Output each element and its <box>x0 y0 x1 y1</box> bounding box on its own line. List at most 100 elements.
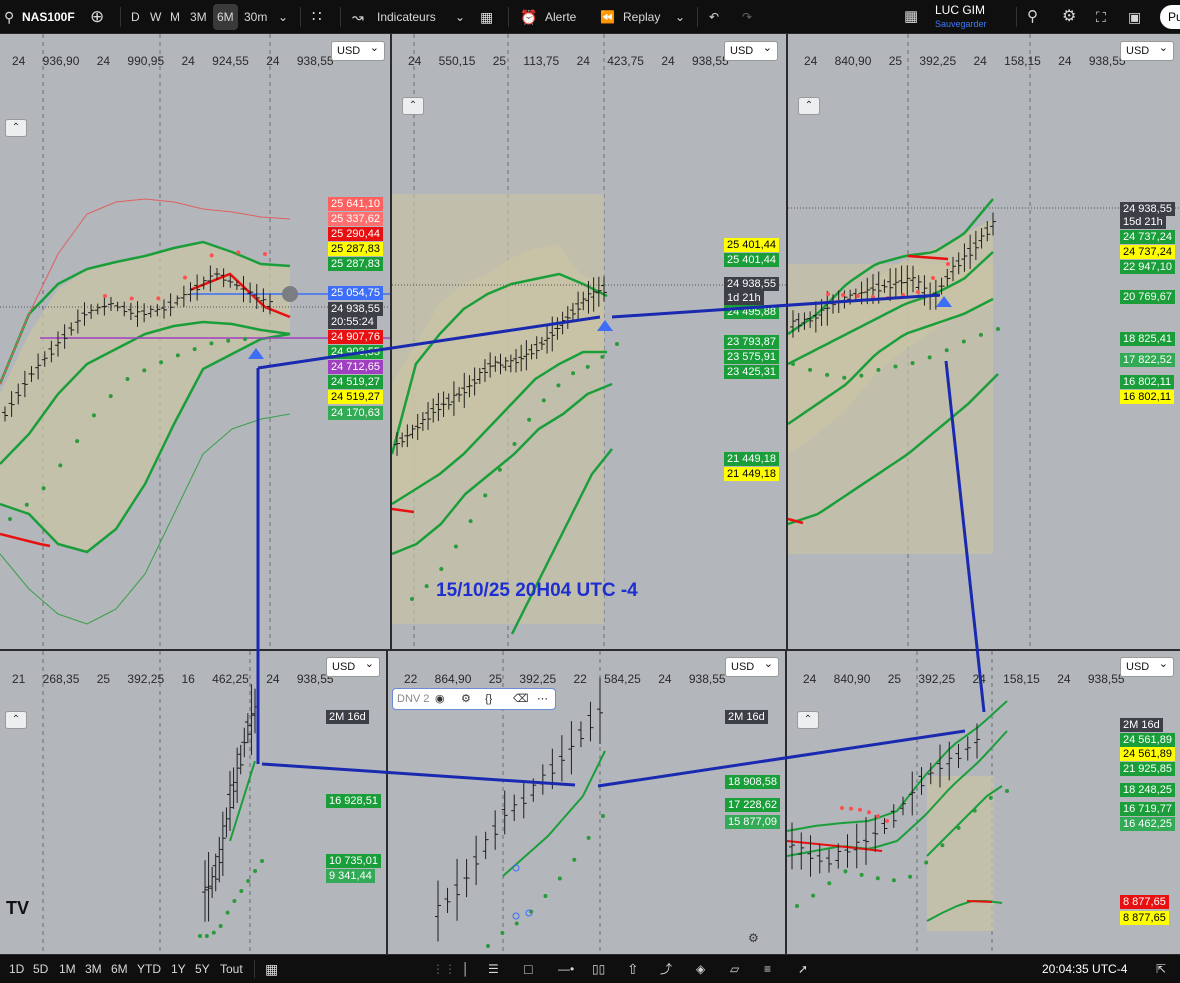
range-ytd[interactable]: YTD <box>137 955 161 983</box>
settings-small-icon[interactable]: ⚙ <box>748 931 759 945</box>
currency-select[interactable]: USD <box>1120 39 1174 61</box>
interval-w[interactable]: W <box>150 0 161 34</box>
expand-icon[interactable]: ⇱ <box>1156 955 1166 983</box>
trendline-tool-icon[interactable]: ➚ <box>798 955 808 983</box>
interval-d[interactable]: D <box>131 0 140 34</box>
price-label: 21 449,18 <box>724 467 779 481</box>
undo-icon[interactable]: ↶ <box>709 0 719 34</box>
hline-tool-icon[interactable]: —• <box>558 955 574 983</box>
layouts-icon[interactable]: ▦ <box>480 0 493 34</box>
date-range-icon[interactable]: ▦ <box>265 955 278 983</box>
chevron-up-icon[interactable]: ⌃ <box>5 711 27 729</box>
candles-tool-icon[interactable]: ▯▯ <box>592 955 605 983</box>
gear-icon[interactable]: ⚙ <box>1062 0 1076 34</box>
psar-dot <box>891 878 896 883</box>
path-tool-icon[interactable]: ⤴ <box>660 955 672 983</box>
add-symbol-icon[interactable]: ⊕ <box>90 0 104 34</box>
price-label: 21 925,85 <box>1120 762 1175 776</box>
channel-tool-icon[interactable]: ▱ <box>730 955 739 983</box>
range-5y[interactable]: 5Y <box>195 955 210 983</box>
cursor-tool-icon[interactable]: │ <box>462 955 470 983</box>
range-1y[interactable]: 1Y <box>171 955 186 983</box>
chevron-up-icon[interactable]: ⌃ <box>402 97 424 115</box>
replay-icon[interactable]: ⏪ <box>600 0 615 34</box>
alarm-icon[interactable]: ⏰ <box>520 0 537 34</box>
psar-dot <box>988 795 993 800</box>
clock-display[interactable]: 20:04:35 UTC-4 <box>1042 955 1127 983</box>
chart-pane-5[interactable]: 22 864,90 25 392,25 22 584,25 24 938,55 … <box>388 651 785 954</box>
chevron-down-icon[interactable]: ⌄ <box>455 0 465 34</box>
drag-handle-icon[interactable]: ⋮⋮ <box>432 955 456 983</box>
interval-3m[interactable]: 3M <box>190 0 207 34</box>
chart-pane-6[interactable]: 24 840,90 25 392,25 24 158,15 24 938,55 … <box>787 651 1180 954</box>
trash-icon[interactable]: ⌫ <box>513 689 529 709</box>
chart-pane-3[interactable]: 24 840,90 25 392,25 24 158,15 24 938,55 … <box>788 34 1180 649</box>
quick-search-icon[interactable]: ⚲ <box>1027 0 1038 34</box>
pattern-tool-icon[interactable]: ◈ <box>696 955 705 983</box>
psar-dot <box>8 517 12 521</box>
alert-marker <box>282 286 298 302</box>
chevron-up-icon[interactable]: ⌃ <box>798 97 820 115</box>
range-1m[interactable]: 1M <box>59 955 76 983</box>
range-all[interactable]: Tout <box>220 955 243 983</box>
psar-dot <box>41 486 46 491</box>
indicators-button[interactable]: Indicateurs <box>377 0 436 34</box>
psar-dot <box>453 544 458 549</box>
psar-dot <box>876 814 880 819</box>
price-label: 22 947,10 <box>1120 260 1175 274</box>
chart-pane-1[interactable]: 24 936,90 24 990,95 24 924,55 24 938,55 … <box>0 34 390 649</box>
psar-dot <box>24 502 29 507</box>
chart-grid: 24 936,90 24 990,95 24 924,55 24 938,55 … <box>0 34 1180 954</box>
chevron-up-icon[interactable]: ⌃ <box>5 119 27 137</box>
psar-dot <box>512 442 517 446</box>
gear-icon[interactable]: ⚙ <box>461 689 471 709</box>
currency-select[interactable]: USD <box>724 39 778 61</box>
arrow-up-tool-icon[interactable]: ⇧ <box>627 955 639 983</box>
chart-pane-4[interactable]: 21 268,35 25 392,25 16 462,25 24 938,55 … <box>0 651 386 954</box>
replay-button[interactable]: Replay <box>623 0 660 34</box>
chevron-up-icon[interactable]: ⌃ <box>797 711 819 729</box>
currency-select[interactable]: USD <box>331 39 385 61</box>
drawing-label[interactable]: DNV 2 <box>397 693 429 705</box>
price-label: 25 401,44 <box>724 238 779 252</box>
parallel-tool-icon[interactable]: ≡ <box>764 955 771 983</box>
interval-m[interactable]: M <box>170 0 180 34</box>
price-label: 24 938,55 <box>328 302 383 316</box>
layout-grid-icon[interactable]: ▦ <box>904 0 918 34</box>
psar-dot <box>108 394 113 399</box>
chart-type-icon[interactable]: ∷ <box>312 0 322 34</box>
range-3m[interactable]: 3M <box>85 955 102 983</box>
range-5d[interactable]: 5D <box>33 955 48 983</box>
camera-icon[interactable]: ▣ <box>1128 0 1141 34</box>
fib-tool-icon[interactable]: ☰ <box>488 955 499 983</box>
chevron-down-icon[interactable]: ⌄ <box>278 0 288 34</box>
search-icon[interactable]: ⚲ <box>4 0 14 34</box>
alert-button[interactable]: Alerte <box>545 0 576 34</box>
drawing-toolbar[interactable]: DNV 2 ◉ ⚙ {} ⌫ ⋯ <box>392 688 556 710</box>
symbol-name[interactable]: NAS100F <box>22 0 75 34</box>
indicators-icon[interactable]: ↝ <box>352 0 364 34</box>
range-1d[interactable]: 1D <box>9 955 24 983</box>
psar-dot <box>192 347 197 352</box>
currency-select[interactable]: USD <box>725 655 779 677</box>
currency-select[interactable]: USD <box>1120 655 1174 677</box>
chevron-down-icon[interactable]: ⌄ <box>675 0 685 34</box>
publish-button[interactable]: Pu <box>1160 5 1180 29</box>
price-label: 24 737,24 <box>1120 245 1175 259</box>
rectangle-tool-icon[interactable]: □ <box>524 955 532 983</box>
psar-dot <box>226 338 231 343</box>
more-icon[interactable]: ⋯ <box>537 689 548 709</box>
interval-30m[interactable]: 30m <box>244 0 267 34</box>
range-6m[interactable]: 6M <box>111 955 128 983</box>
psar-dot <box>263 252 267 256</box>
redo-icon[interactable]: ↷ <box>742 0 752 34</box>
interval-6m[interactable]: 6M <box>213 4 238 30</box>
eye-icon[interactable]: ◉ <box>435 689 445 709</box>
chart-pane-2[interactable]: 24 550,15 25 113,75 24 423,75 24 938,55 … <box>392 34 786 649</box>
psar-dot <box>893 364 898 369</box>
currency-select[interactable]: USD <box>326 655 380 677</box>
psar-dot <box>103 294 107 298</box>
date-annotation[interactable]: 15/10/25 20H04 UTC -4 <box>436 580 638 602</box>
fullscreen-icon[interactable]: ⛶ <box>1096 0 1106 34</box>
code-icon[interactable]: {} <box>485 689 492 709</box>
